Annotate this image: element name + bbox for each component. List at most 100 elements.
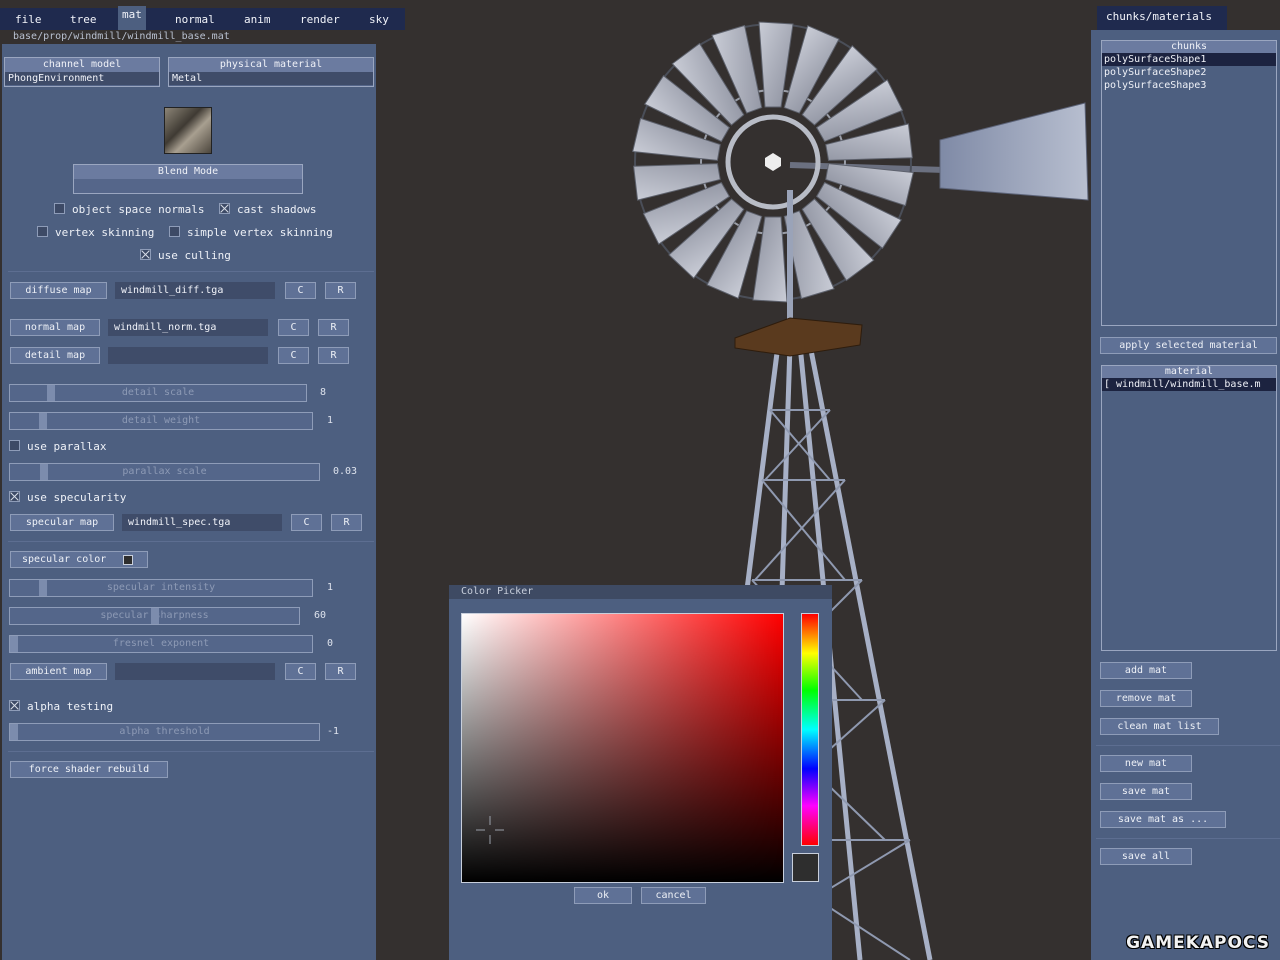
divider: [8, 271, 374, 272]
specular-map-button[interactable]: specular map: [10, 514, 114, 531]
ambient-reload-button[interactable]: R: [325, 663, 356, 680]
menu-mat[interactable]: mat: [118, 6, 146, 30]
specular-color-label: specular color: [22, 554, 107, 565]
slider-knob[interactable]: [10, 724, 18, 740]
windmill-platform: [734, 317, 863, 357]
chunks-materials-tab[interactable]: chunks/materials: [1097, 6, 1227, 30]
diffuse-map-field[interactable]: windmill_diff.tga: [115, 282, 275, 299]
detail-reload-button[interactable]: R: [318, 347, 349, 364]
parallax-scale-slider[interactable]: parallax scale: [9, 463, 320, 481]
detail-weight-slider[interactable]: detail weight: [9, 412, 313, 430]
cancel-button[interactable]: cancel: [641, 887, 706, 904]
detail-map-button[interactable]: detail map: [10, 347, 100, 364]
save-mat-as-button[interactable]: save mat as ...: [1100, 811, 1226, 828]
simple-vertex-skinning-checkbox[interactable]: [169, 226, 180, 237]
detail-clear-button[interactable]: C: [278, 347, 309, 364]
menu-render[interactable]: render: [300, 13, 340, 26]
slider-knob[interactable]: [150, 608, 159, 624]
slider-knob[interactable]: [47, 385, 56, 401]
menu-anim[interactable]: anim: [244, 13, 271, 26]
material-thumbnail[interactable]: [164, 107, 212, 154]
save-all-button[interactable]: save all: [1100, 848, 1192, 865]
object-space-normals-label: object space normals: [72, 203, 205, 216]
normal-map-button[interactable]: normal map: [10, 319, 100, 336]
alpha-threshold-slider[interactable]: alpha threshold: [9, 723, 320, 741]
parallax-scale-value: 0.03: [333, 466, 358, 477]
channel-model-label: channel model: [5, 58, 159, 72]
simple-vertex-skinning-label: simple vertex skinning: [187, 226, 333, 239]
menu-file[interactable]: file: [15, 13, 42, 26]
menu-normal[interactable]: normal: [175, 13, 215, 26]
clean-mat-list-button[interactable]: clean mat list: [1100, 718, 1219, 735]
alpha-threshold-value: -1: [327, 726, 340, 737]
specular-clear-button[interactable]: C: [291, 514, 322, 531]
crosshair-icon: [476, 816, 504, 844]
chunks-list[interactable]: chunks polySurfaceShape1 polySurfaceShap…: [1101, 40, 1277, 326]
windmill-rotor: [632, 21, 914, 303]
chunks-list-header: chunks: [1102, 41, 1276, 53]
ambient-clear-button[interactable]: C: [285, 663, 316, 680]
rotor-hub: [765, 153, 781, 171]
new-mat-button[interactable]: new mat: [1100, 755, 1192, 772]
ambient-map-button[interactable]: ambient map: [10, 663, 107, 680]
specular-intensity-slider[interactable]: specular intensity: [9, 579, 313, 597]
normal-reload-button[interactable]: R: [318, 319, 349, 336]
add-mat-button[interactable]: add mat: [1100, 662, 1192, 679]
chunk-item[interactable]: polySurfaceShape1: [1102, 53, 1276, 66]
specular-sharpness-value: 60: [314, 610, 327, 621]
use-culling-label: use culling: [158, 249, 231, 262]
remove-mat-button[interactable]: remove mat: [1100, 690, 1192, 707]
menu-tree[interactable]: tree: [70, 13, 97, 26]
use-culling-checkbox[interactable]: [140, 249, 151, 260]
detail-scale-slider[interactable]: detail scale: [9, 384, 307, 402]
normal-clear-button[interactable]: C: [278, 319, 309, 336]
alpha-testing-checkbox[interactable]: [9, 700, 20, 711]
divider: [8, 541, 374, 542]
hue-slider[interactable]: [801, 613, 819, 846]
object-space-normals-checkbox[interactable]: [54, 203, 65, 214]
fresnel-exponent-slider[interactable]: fresnel exponent: [9, 635, 313, 653]
saturation-value-area[interactable]: [461, 613, 784, 883]
force-shader-rebuild-button[interactable]: force shader rebuild: [10, 761, 168, 778]
material-list-header: material: [1102, 366, 1276, 378]
use-parallax-checkbox[interactable]: [9, 440, 20, 451]
specular-sharpness-slider[interactable]: specular sharpness: [9, 607, 300, 625]
cast-shadows-checkbox[interactable]: [219, 203, 230, 214]
physical-material-select[interactable]: physical material Metal: [168, 57, 374, 87]
normal-map-field[interactable]: windmill_norm.tga: [108, 319, 268, 336]
material-list[interactable]: material [ windmill/windmill_base.m: [1101, 365, 1277, 651]
divider: [1096, 838, 1280, 839]
material-path: base/prop/windmill/windmill_base.mat: [13, 31, 230, 42]
fresnel-exponent-label: fresnel exponent: [112, 638, 210, 649]
slider-knob[interactable]: [39, 413, 48, 429]
slider-knob[interactable]: [39, 580, 48, 596]
use-specularity-checkbox[interactable]: [9, 491, 20, 502]
detail-map-field[interactable]: [108, 347, 268, 364]
blend-mode-label: Blend Mode: [74, 165, 302, 179]
fresnel-exponent-value: 0: [327, 638, 334, 649]
menu-sky[interactable]: sky: [369, 13, 389, 26]
diffuse-map-button[interactable]: diffuse map: [10, 282, 107, 299]
specular-color-button[interactable]: specular color: [10, 551, 148, 568]
alpha-threshold-label: alpha threshold: [119, 726, 210, 737]
diffuse-clear-button[interactable]: C: [285, 282, 316, 299]
slider-knob[interactable]: [10, 636, 18, 652]
diffuse-reload-button[interactable]: R: [325, 282, 356, 299]
detail-scale-label: detail scale: [121, 387, 195, 398]
apply-selected-material-button[interactable]: apply selected material: [1100, 337, 1277, 354]
specular-map-field[interactable]: windmill_spec.tga: [122, 514, 282, 531]
specular-reload-button[interactable]: R: [331, 514, 362, 531]
save-mat-button[interactable]: save mat: [1100, 783, 1192, 800]
material-item[interactable]: [ windmill/windmill_base.m: [1102, 378, 1276, 391]
vertex-skinning-checkbox[interactable]: [37, 226, 48, 237]
channel-model-select[interactable]: channel model PhongEnvironment: [4, 57, 160, 87]
watermark: GAMEKAPOCS: [1126, 933, 1270, 953]
blend-mode-select[interactable]: Blend Mode: [73, 164, 303, 194]
ok-button[interactable]: ok: [574, 887, 632, 904]
vertex-skinning-label: vertex skinning: [55, 226, 155, 239]
specular-intensity-value: 1: [327, 582, 334, 593]
chunk-item[interactable]: polySurfaceShape3: [1102, 79, 1276, 92]
slider-knob[interactable]: [40, 464, 49, 480]
chunk-item[interactable]: polySurfaceShape2: [1102, 66, 1276, 79]
ambient-map-field[interactable]: [115, 663, 275, 680]
